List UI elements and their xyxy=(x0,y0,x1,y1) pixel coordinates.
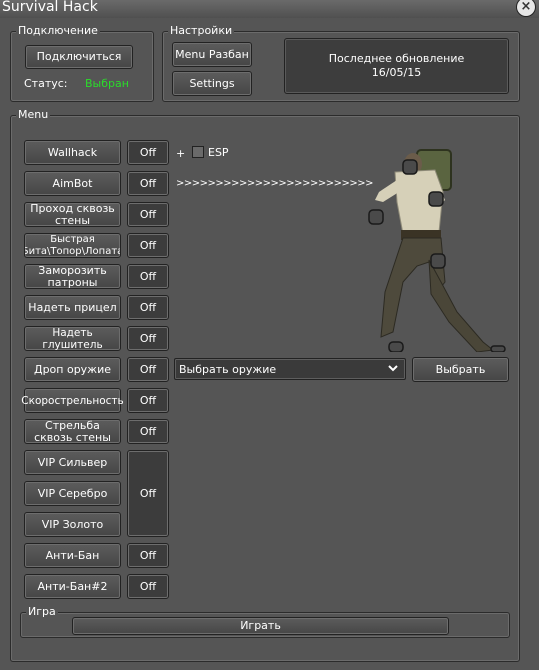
window-title: Survival Hack xyxy=(2,0,98,15)
scope-toggle[interactable]: Off xyxy=(127,295,169,320)
game-group-title: Игра xyxy=(26,605,58,618)
esp-label: ESP xyxy=(208,146,229,159)
left-arm xyxy=(375,180,399,202)
settings-group-title: Настройки xyxy=(168,24,235,37)
silencer-button[interactable]: Надеть глушитель xyxy=(24,326,121,351)
anti-ban-2-button[interactable]: Анти-Бан#2 xyxy=(24,574,121,599)
fire-rate-button[interactable]: Скорострельность xyxy=(21,388,124,413)
menu-unban-button[interactable]: Menu Разбан xyxy=(172,42,252,67)
anti-ban-toggle[interactable]: Off xyxy=(127,543,169,568)
shoot-through-walls-toggle[interactable]: Off xyxy=(127,419,169,444)
connection-group-title: Подключение xyxy=(16,24,100,37)
aimbot-button[interactable]: AimBot xyxy=(24,171,121,196)
settings-button[interactable]: Settings xyxy=(172,71,252,96)
drop-weapon-button[interactable]: Дроп оружие xyxy=(24,357,121,382)
vip-silver-button[interactable]: VIP Сильвер xyxy=(24,450,121,475)
wallhack-button[interactable]: Wallhack xyxy=(24,140,121,165)
last-update-panel: Последнее обновление 16/05/15 xyxy=(284,38,509,94)
freeze-ammo-button[interactable]: Заморозить патроны xyxy=(24,264,121,289)
right-foot-target-marker[interactable] xyxy=(490,345,506,352)
menu-group-title: Menu xyxy=(16,108,51,121)
character-figure xyxy=(368,149,506,352)
noclip-toggle[interactable]: Off xyxy=(127,202,169,227)
weapon-select-value: Выбрать оружие xyxy=(179,362,277,376)
aimbot-toggle[interactable]: Off xyxy=(127,171,169,196)
weapon-select[interactable]: Выбрать оружие xyxy=(174,358,406,380)
play-button[interactable]: Играть xyxy=(72,617,449,635)
fire-rate-toggle[interactable]: Off xyxy=(127,388,169,413)
fast-melee-toggle[interactable]: Off xyxy=(127,233,169,258)
aim-arrows: >>>>>>>>>>>>>>>>>>>>>>>>> xyxy=(176,178,373,189)
plus-sign: + xyxy=(176,147,186,160)
chest-target-marker[interactable] xyxy=(428,191,444,207)
shoot-through-walls-button[interactable]: Стрельба сквозь стены xyxy=(24,419,121,444)
pelvis-target-marker[interactable] xyxy=(430,253,446,269)
scope-button[interactable]: Надеть прицел xyxy=(24,295,121,320)
choose-weapon-button[interactable]: Выбрать xyxy=(412,357,509,382)
status-value: Выбран xyxy=(85,77,129,90)
anti-ban-button[interactable]: Анти-Бан xyxy=(24,543,121,568)
vip-gold-button[interactable]: VIP Золото xyxy=(24,512,121,537)
arm-target-marker[interactable] xyxy=(368,209,384,225)
last-update-date: 16/05/15 xyxy=(371,66,422,79)
head-target-marker[interactable] xyxy=(402,159,418,175)
drop-weapon-toggle[interactable]: Off xyxy=(127,357,169,382)
noclip-button[interactable]: Проход сквозь стены xyxy=(24,202,121,227)
chevron-down-icon xyxy=(387,362,399,377)
main-window: Подключение Подключиться Статус: Выбран … xyxy=(0,18,539,670)
vip-toggle[interactable]: Off xyxy=(127,450,169,537)
fast-melee-button[interactable]: Быстрая Бита\Топор\Лопата xyxy=(24,233,121,258)
connect-button[interactable]: Подключиться xyxy=(25,45,133,69)
vip-serebro-button[interactable]: VIP Серебро xyxy=(24,481,121,506)
last-update-title: Последнее обновление xyxy=(328,52,465,65)
wallhack-toggle[interactable]: Off xyxy=(127,140,169,165)
freeze-ammo-toggle[interactable]: Off xyxy=(127,264,169,289)
left-foot-target-marker[interactable] xyxy=(388,341,404,352)
close-icon[interactable]: × xyxy=(517,0,535,16)
status-label: Статус: xyxy=(24,77,68,90)
silencer-toggle[interactable]: Off xyxy=(127,326,169,351)
checkbox-icon[interactable] xyxy=(192,146,204,158)
anti-ban-2-toggle[interactable]: Off xyxy=(127,574,169,599)
title-bar: Survival Hack × xyxy=(0,0,539,18)
